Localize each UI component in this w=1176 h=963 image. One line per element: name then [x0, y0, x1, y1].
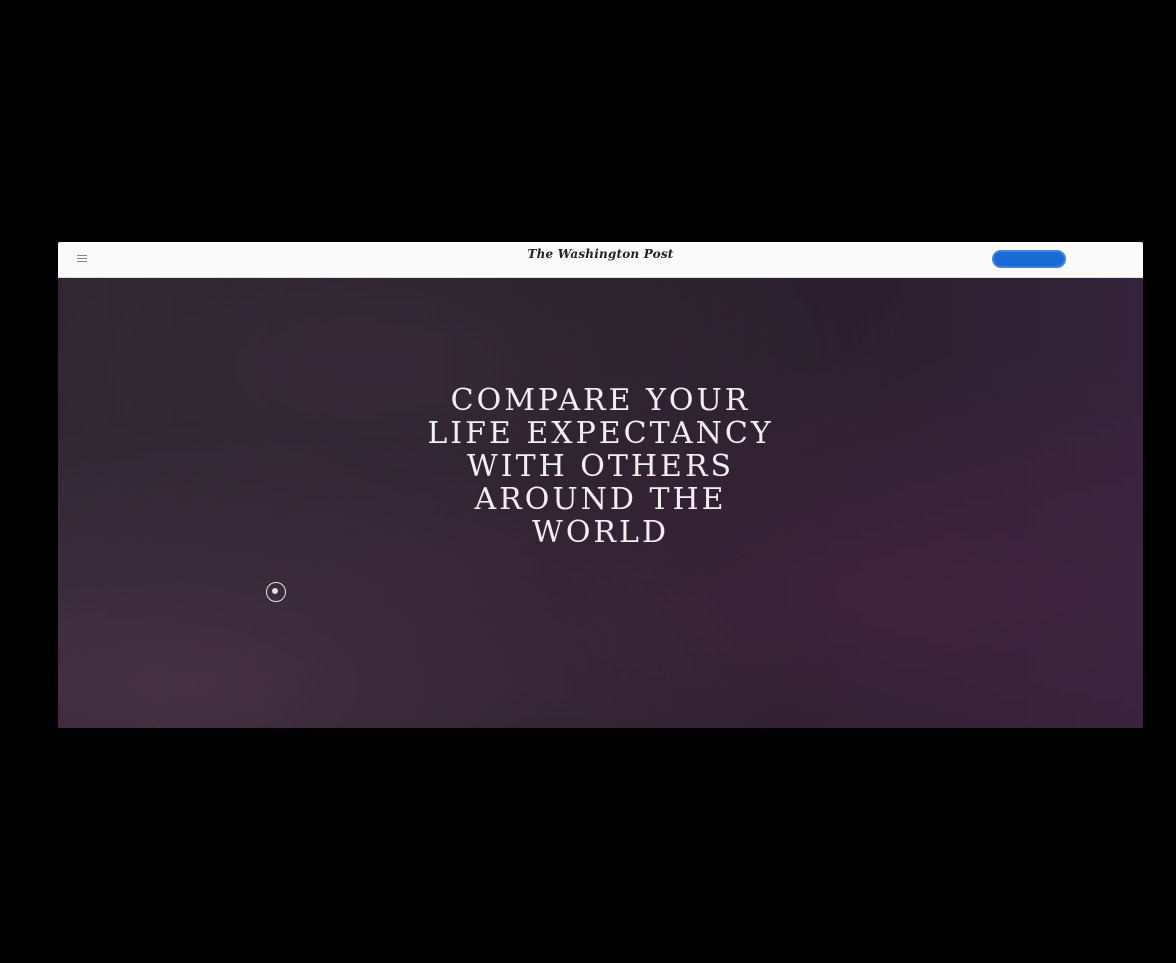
headline-line: AROUND THE [474, 482, 727, 517]
feature-widget[interactable] [216, 582, 336, 614]
headline-line: WORLD [532, 515, 669, 550]
site-header: The Washington Post [58, 242, 1143, 278]
subscribe-button[interactable] [992, 250, 1066, 268]
site-logo[interactable]: The Washington Post [58, 247, 1143, 261]
headline-line: WITH OTHERS [466, 449, 735, 484]
monitor-frame: The Washington Post COMPARE YOUR LIFE EX… [0, 0, 1176, 963]
headline-line: LIFE EXPECTANCY [427, 416, 774, 451]
headline-line: COMPARE YOUR [450, 383, 751, 418]
article-headline: COMPARE YOUR LIFE EXPECTANCY WITH OTHERS… [58, 384, 1143, 549]
browser-viewport: The Washington Post COMPARE YOUR LIFE EX… [58, 242, 1143, 728]
article-kicker [58, 336, 1143, 341]
article-hero: COMPARE YOUR LIFE EXPECTANCY WITH OTHERS… [58, 278, 1143, 728]
play-circle-icon[interactable] [266, 582, 286, 602]
